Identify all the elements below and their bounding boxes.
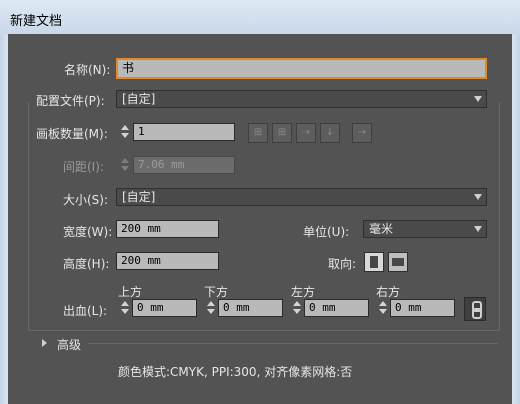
stepper-down-icon [379,309,387,314]
bleed-top-label: 上方 [118,285,143,299]
bleed-right-input[interactable]: 0 mm [390,299,455,317]
chevron-down-icon [474,226,482,232]
bleed-right-stepper[interactable] [377,299,389,317]
stepper-up-icon [121,125,129,130]
bleed-bottom-stepper[interactable] [205,299,217,317]
spacing-label: 间距(I): [63,160,104,174]
bleed-label: 出血(L): [63,304,108,318]
window-title: 新建文档 [10,14,63,29]
advanced-toggle[interactable]: 高级 [57,336,81,353]
stepper-up-icon [121,158,129,163]
height-label: 高度(H): [63,257,110,271]
spacing-input[interactable]: 7.06 mm [133,156,235,174]
bleed-top-stepper[interactable] [119,299,131,317]
artboard-layout-column-icon[interactable]: ↓ [320,123,340,143]
stepper-down-icon [293,309,301,314]
link-icon[interactable] [464,297,486,321]
bleed-left-label: 左方 [291,285,316,299]
portrait-icon[interactable] [364,252,384,272]
chevron-down-icon [474,194,482,200]
height-input[interactable]: 200 mm [116,252,219,270]
stepper-down-icon [121,309,129,314]
bleed-top-input[interactable]: 0 mm [132,299,197,317]
window-frame-right [512,34,520,404]
stepper-up-icon [293,301,301,306]
name-label: 名称(N): [64,63,111,77]
artboards-label: 画板数量(M): [36,127,108,141]
bleed-bottom-label: 下方 [204,285,229,299]
bleed-bottom-input[interactable]: 0 mm [218,299,283,317]
units-label: 单位(U): [303,225,350,239]
units-value: 毫米 [369,222,394,236]
name-input[interactable]: 书 [116,58,487,79]
stepper-up-icon [121,301,129,306]
units-select[interactable]: 毫米 [363,220,487,238]
title-bar: 新建文档 [0,0,520,35]
size-label: 大小(S): [63,193,109,207]
width-input[interactable]: 200 mm [116,220,219,238]
stepper-up-icon [207,301,215,306]
bleed-left-input[interactable]: 0 mm [304,299,369,317]
stepper-down-icon [121,166,129,171]
landscape-icon[interactable] [388,252,408,272]
bleed-right-label: 右方 [376,285,401,299]
stepper-down-icon [207,309,215,314]
artboard-layout-grid-by-row-icon[interactable]: ⊞ [248,123,268,143]
artboards-input[interactable]: 1 [133,123,235,141]
advanced-divider [88,343,498,344]
arrow-right-icon[interactable]: → [352,123,372,143]
orientation-label: 取向: [328,257,357,271]
artboard-layout-row-icon[interactable]: ⇢ [296,123,316,143]
spacing-stepper[interactable] [119,156,131,174]
stepper-up-icon [379,301,387,306]
size-select[interactable]: [自定] [116,188,487,206]
bleed-left-stepper[interactable] [291,299,303,317]
stepper-down-icon [121,133,129,138]
summary-text: 颜色模式:CMYK, PPI:300, 对齐像素网格:否 [118,365,353,379]
artboard-layout-grid-by-column-icon[interactable]: ⊞ [272,123,292,143]
dialog-panel: 名称(N): 书 配置文件(P): [自定] 画板数量(M): 1 ⊞ ⊞ ⇢ … [8,34,512,404]
size-value: [自定] [122,190,156,204]
artboards-stepper[interactable] [119,123,131,141]
width-label: 宽度(W): [63,225,113,239]
window-frame-left [0,34,8,404]
disclosure-triangle-icon[interactable] [42,339,47,347]
